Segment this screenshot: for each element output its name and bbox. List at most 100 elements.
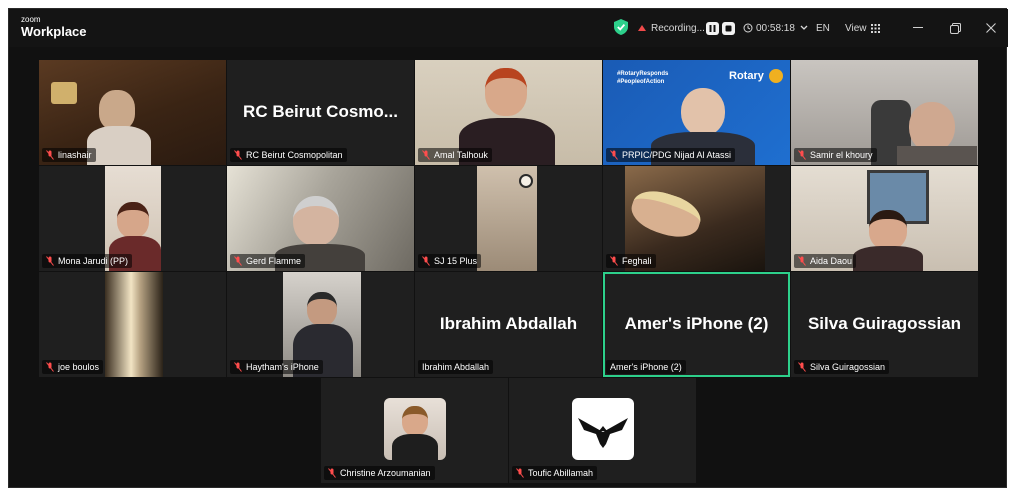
- participant-tile-joe-boulos[interactable]: joe boulos: [39, 272, 226, 377]
- participant-name: linashair: [58, 150, 92, 160]
- recording-label: Recording...: [651, 22, 705, 34]
- name-tag: joe boulos: [42, 360, 104, 374]
- rotary-wheel-icon: [769, 69, 783, 83]
- participant-tile-haythams-iphone[interactable]: Haytham's iPhone: [227, 272, 414, 377]
- person-head: [681, 88, 725, 136]
- recording-cloud-icon: [638, 25, 646, 31]
- participant-tile-samir-el-khoury[interactable]: Samir el khoury: [791, 60, 978, 165]
- name-tag: PRPIC/PDG Nijad Al Atassi: [606, 148, 736, 162]
- participant-display-name: Ibrahim Abdallah: [439, 314, 578, 333]
- person-head: [307, 292, 337, 326]
- minimize-button[interactable]: [907, 17, 929, 39]
- name-tag: Mona Jarudi (PP): [42, 254, 133, 268]
- muted-mic-icon: [328, 468, 336, 478]
- close-button[interactable]: [980, 17, 1002, 39]
- eagle-logo-icon: [578, 418, 628, 448]
- muted-mic-icon: [234, 150, 242, 160]
- person-head: [869, 210, 907, 250]
- participant-name: SJ 15 Plus: [434, 256, 478, 266]
- muted-mic-icon: [234, 256, 242, 266]
- muted-mic-icon: [798, 150, 806, 160]
- view-button[interactable]: View: [845, 20, 880, 36]
- participant-name: Samir el khoury: [810, 150, 873, 160]
- participant-tile-linashair[interactable]: linashair: [39, 60, 226, 165]
- view-label: View: [845, 22, 867, 34]
- muted-mic-icon: [798, 256, 806, 266]
- stop-recording-button[interactable]: [722, 21, 735, 35]
- participant-tile-mona-jarudi[interactable]: Mona Jarudi (PP): [39, 166, 226, 271]
- participant-name: Haytham's iPhone: [246, 362, 319, 372]
- muted-mic-icon: [516, 468, 524, 478]
- participant-tile-toufic-abillamah[interactable]: Toufic Abillamah: [509, 378, 696, 483]
- name-tag: Ibrahim Abdallah: [418, 360, 494, 374]
- name-tag: Toufic Abillamah: [512, 466, 598, 480]
- participant-tile-christine-arzoumanian[interactable]: Christine Arzoumanian: [321, 378, 508, 483]
- muted-mic-icon: [610, 150, 618, 160]
- person-body: [853, 246, 923, 271]
- muted-mic-icon: [234, 362, 242, 372]
- muted-mic-icon: [422, 150, 430, 160]
- logo-big-text: Workplace: [21, 24, 87, 39]
- name-tag: Gerd Flamme: [230, 254, 306, 268]
- participant-name: Feghali: [622, 256, 652, 266]
- zoom-logo: zoom Workplace: [21, 16, 87, 39]
- muted-mic-icon: [422, 256, 430, 266]
- security-shield-icon[interactable]: [614, 19, 628, 35]
- pause-recording-button[interactable]: [706, 21, 719, 35]
- lamp-glow: [51, 82, 77, 104]
- restore-icon: [949, 22, 961, 34]
- video-feed: [105, 272, 163, 377]
- person-head: [485, 68, 527, 116]
- participant-tile-amers-iphone-active-speaker[interactable]: Amer's iPhone (2) Amer's iPhone (2): [603, 272, 790, 377]
- clock-icon: [743, 23, 753, 33]
- participant-tile-gerd-flamme[interactable]: Gerd Flamme: [227, 166, 414, 271]
- muted-mic-icon: [610, 256, 618, 266]
- person-body: [897, 146, 977, 165]
- name-tag: Aida Daou: [794, 254, 857, 268]
- participant-name: Gerd Flamme: [246, 256, 302, 266]
- person-head: [117, 202, 149, 238]
- close-icon: [986, 23, 996, 33]
- title-bar: zoom Workplace Recording... 00:58:18 EN …: [9, 9, 1008, 47]
- chevron-down-icon: [800, 25, 808, 30]
- name-tag: RC Beirut Cosmopolitan: [230, 148, 347, 162]
- participant-display-name: Silva Guiragossian: [807, 314, 962, 333]
- participant-tile-rc-beirut[interactable]: RC Beirut Cosmo... RC Beirut Cosmopolita…: [227, 60, 414, 165]
- participant-name: RC Beirut Cosmopolitan: [246, 150, 343, 160]
- name-tag: Feghali: [606, 254, 656, 268]
- pause-icon: [709, 24, 716, 32]
- minimize-icon: [913, 27, 923, 28]
- meeting-timer[interactable]: 00:58:18: [743, 20, 808, 36]
- participant-tile-ibrahim-abdallah[interactable]: Ibrahim Abdallah Ibrahim Abdallah: [415, 272, 602, 377]
- participant-name: Mona Jarudi (PP): [58, 256, 129, 266]
- participant-tile-silva-guiragossian[interactable]: Silva Guiragossian Silva Guiragossian: [791, 272, 978, 377]
- participant-name: Silva Guiragossian: [810, 362, 886, 372]
- name-tag: Haytham's iPhone: [230, 360, 323, 374]
- ceiling-light: [519, 174, 533, 188]
- stop-icon: [725, 25, 732, 31]
- zoom-window: zoom Workplace Recording... 00:58:18 EN …: [8, 8, 1008, 489]
- language-button[interactable]: EN: [816, 20, 830, 36]
- grid-view-icon: [870, 23, 880, 33]
- maximize-button[interactable]: [944, 17, 966, 39]
- participant-name: Ibrahim Abdallah: [422, 362, 490, 372]
- participant-tile-aida-daou[interactable]: Aida Daou: [791, 166, 978, 271]
- participant-name: joe boulos: [58, 362, 100, 372]
- video-gallery: linashair RC Beirut Cosmo... RC Beirut C…: [9, 47, 1008, 489]
- participant-name: Christine Arzoumanian: [340, 468, 431, 478]
- name-tag: Christine Arzoumanian: [324, 466, 435, 480]
- participant-tile-amal-talhouk[interactable]: Amal Talhouk: [415, 60, 602, 165]
- name-tag: Silva Guiragossian: [794, 360, 890, 374]
- participant-tile-nijad-al-atassi[interactable]: #RotaryResponds #PeopleofAction Rotary P…: [603, 60, 790, 165]
- participant-name: Toufic Abillamah: [528, 468, 594, 478]
- muted-mic-icon: [46, 256, 54, 266]
- participant-tile-feghali[interactable]: Feghali: [603, 166, 790, 271]
- name-tag: SJ 15 Plus: [418, 254, 482, 268]
- person-head: [99, 90, 135, 130]
- participant-tile-sj-15-plus[interactable]: SJ 15 Plus: [415, 166, 602, 271]
- profile-picture: [384, 398, 446, 460]
- participant-name: Aida Daou: [810, 256, 853, 266]
- person-head: [293, 196, 339, 246]
- participant-name: Amal Talhouk: [434, 150, 488, 160]
- person-body: [87, 126, 151, 165]
